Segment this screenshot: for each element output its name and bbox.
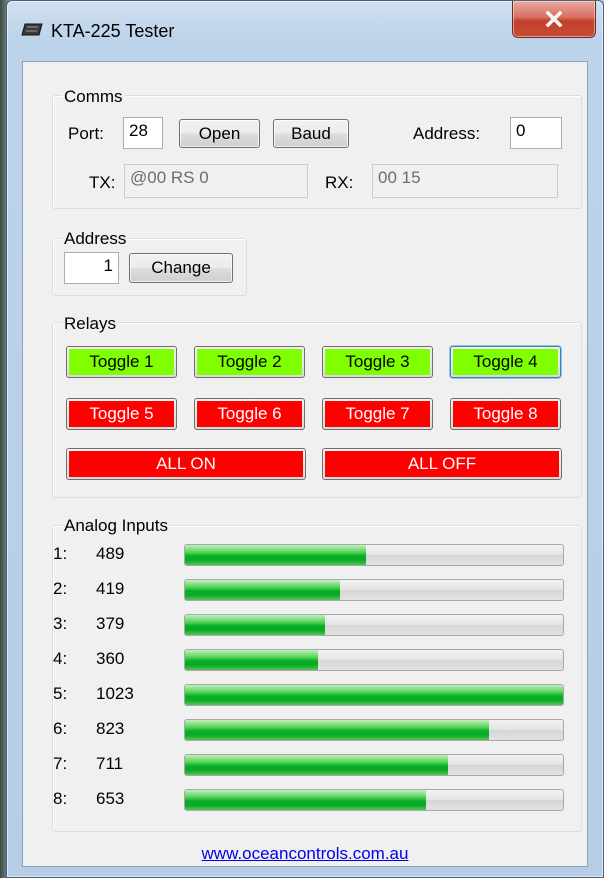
- analog-input-value: 489: [96, 544, 125, 563]
- analog-input-row: 3: 379: [23, 612, 587, 638]
- toggle-label: Toggle 3: [325, 349, 430, 375]
- analog-input-value: 653: [96, 789, 125, 808]
- client-area: Comms Port: 28 Open Baud Address: 0 TX: …: [22, 61, 588, 867]
- all-on-button[interactable]: ALL ON: [66, 448, 306, 480]
- address-legend: Address: [62, 229, 129, 249]
- toggle-label: Toggle 6: [197, 401, 302, 427]
- analog-input-progress-bar: [184, 544, 564, 566]
- analog-input-value: 419: [96, 579, 125, 598]
- toggle-label: Toggle 7: [325, 401, 430, 427]
- toggle-4-button[interactable]: Toggle 4: [450, 346, 561, 378]
- analog-input-progress-bar: [184, 579, 564, 601]
- port-label: Port:: [68, 124, 104, 143]
- open-button[interactable]: Open: [179, 119, 260, 148]
- progress-fill: [185, 650, 319, 670]
- analog-input-progress-bar: [184, 719, 564, 741]
- all-off-button[interactable]: ALL OFF: [322, 448, 562, 480]
- analog-input-index: 6:: [53, 719, 68, 738]
- address-label: Address:: [413, 124, 481, 143]
- address-input[interactable]: 0: [510, 117, 562, 149]
- analog-input-progress-bar: [184, 614, 564, 636]
- toggle-2-button[interactable]: Toggle 2: [194, 346, 305, 378]
- website-link[interactable]: www.oceancontrols.com.au: [23, 844, 587, 864]
- port-input[interactable]: 28: [123, 117, 163, 149]
- progress-fill: [185, 720, 490, 740]
- all-off-label: ALL OFF: [325, 451, 559, 477]
- analog-input-progress-bar: [184, 789, 564, 811]
- toggle-label: Toggle 1: [69, 349, 174, 375]
- analog-input-index: 4:: [53, 649, 68, 668]
- analog-input-index: 2:: [53, 579, 68, 598]
- progress-fill: [185, 755, 448, 775]
- title-bar[interactable]: KTA-225 Tester: [7, 1, 603, 59]
- analog-input-row: 2: 419: [23, 577, 587, 603]
- toggle-5-button[interactable]: Toggle 5: [66, 398, 177, 430]
- toggle-1-button[interactable]: Toggle 1: [66, 346, 177, 378]
- analog-input-row: 4: 360: [23, 647, 587, 673]
- analog-input-progress-bar: [184, 649, 564, 671]
- analog-input-value: 1023: [96, 684, 134, 703]
- analog-input-index: 5:: [53, 684, 68, 703]
- analog-input-row: 8: 653: [23, 787, 587, 813]
- comms-legend: Comms: [62, 87, 125, 107]
- window-title: KTA-225 Tester: [51, 21, 175, 41]
- progress-fill: [185, 685, 563, 705]
- rx-field: 00 15: [372, 164, 558, 198]
- analog-input-row: 7: 711: [23, 752, 587, 778]
- progress-fill: [185, 615, 326, 635]
- analog-input-value: 360: [96, 649, 125, 668]
- analog-inputs-legend: Analog Inputs: [62, 516, 170, 536]
- all-on-label: ALL ON: [69, 451, 303, 477]
- relays-legend: Relays: [62, 314, 118, 334]
- progress-fill: [185, 790, 427, 810]
- close-icon: [545, 11, 563, 27]
- new-address-input[interactable]: 1: [64, 252, 119, 284]
- progress-fill: [185, 580, 340, 600]
- toggle-3-button[interactable]: Toggle 3: [322, 346, 433, 378]
- toggle-8-button[interactable]: Toggle 8: [450, 398, 561, 430]
- analog-input-index: 1:: [53, 544, 68, 563]
- rx-label: RX:: [325, 173, 354, 192]
- analog-input-value: 823: [96, 719, 125, 738]
- tx-field: @00 RS 0: [124, 164, 308, 198]
- change-button[interactable]: Change: [129, 253, 233, 283]
- analog-input-index: 7:: [53, 754, 68, 773]
- toggle-label: Toggle 8: [453, 401, 558, 427]
- toggle-label: Toggle 2: [197, 349, 302, 375]
- analog-inputs-group: [52, 525, 582, 832]
- analog-input-progress-bar: [184, 754, 564, 776]
- analog-input-index: 3:: [53, 614, 68, 633]
- app-window: KTA-225 Tester Comms Port: 28 Open Baud …: [6, 0, 604, 878]
- analog-input-row: 6: 823: [23, 717, 587, 743]
- toggle-label: Toggle 4: [453, 349, 558, 375]
- toggle-6-button[interactable]: Toggle 6: [194, 398, 305, 430]
- chip-icon: [21, 23, 43, 36]
- analog-input-index: 8:: [53, 789, 68, 808]
- toggle-7-button[interactable]: Toggle 7: [322, 398, 433, 430]
- baud-button[interactable]: Baud: [273, 119, 349, 148]
- progress-fill: [185, 545, 366, 565]
- tx-label: TX:: [89, 173, 116, 192]
- close-button[interactable]: [512, 1, 596, 38]
- analog-input-value: 379: [96, 614, 125, 633]
- analog-input-row: 5: 1023: [23, 682, 587, 708]
- toggle-label: Toggle 5: [69, 401, 174, 427]
- analog-input-value: 711: [96, 754, 124, 773]
- analog-input-row: 1: 489: [23, 542, 587, 568]
- analog-input-progress-bar: [184, 684, 564, 706]
